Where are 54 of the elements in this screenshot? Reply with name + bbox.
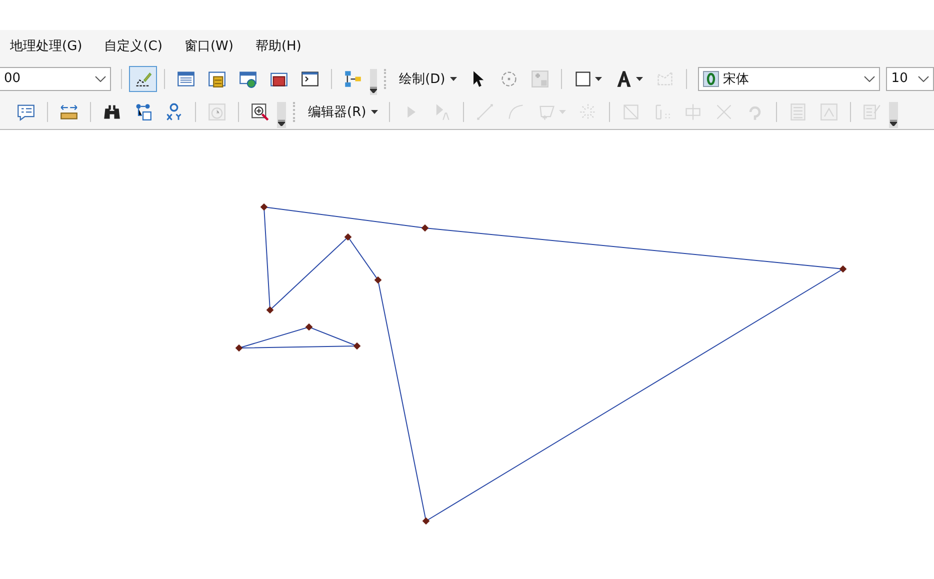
xy-target-icon: [165, 103, 183, 121]
pencil-vertices-button[interactable]: [128, 66, 157, 92]
caret-icon: [371, 110, 378, 114]
polygon-outline-icon: [656, 70, 674, 88]
font-type-icon: [702, 70, 719, 86]
arc-line-icon: [507, 103, 526, 121]
split-vertices-icon: [653, 103, 672, 121]
chevron-down-icon: [918, 76, 930, 82]
draw-menu[interactable]: 绘制(D): [395, 66, 462, 92]
prompt-window-icon: [300, 70, 319, 88]
scale-dropdown[interactable]: 00: [0, 66, 112, 90]
flow-nodes-icon: [344, 70, 362, 88]
caret-icon: [636, 76, 644, 80]
ruler-arrows-icon: [60, 103, 78, 121]
pencil-vertices-icon: [134, 70, 152, 88]
chevron-down-icon: [864, 76, 876, 82]
overflow-icon: [890, 120, 898, 126]
rotate-circle-icon: [500, 70, 518, 88]
caret-icon: [559, 110, 566, 114]
overflow-icon: [370, 86, 377, 92]
table-window-icon: [176, 70, 195, 88]
polygon-vertices-icon: [538, 103, 556, 121]
menu-item[interactable]: 窗口(W): [184, 37, 234, 55]
editor-menu[interactable]: 编辑器(R): [304, 99, 382, 125]
menu-item[interactable]: 帮助(H): [255, 37, 302, 55]
speech-window-icon: [17, 103, 35, 121]
overflow-icon: [278, 120, 285, 126]
magnifier-window-icon: [251, 103, 269, 121]
center-cross-icon: [684, 103, 702, 121]
overflow-button[interactable]: [889, 102, 898, 128]
clock-window-icon: [208, 103, 226, 121]
cabinet-icon: [208, 70, 226, 88]
square-diagonal-icon: [622, 103, 640, 121]
letter-a-icon: [615, 70, 634, 88]
globe-window-icon: [238, 70, 257, 88]
peak-window-icon: [820, 103, 838, 121]
form-pencil-icon: [863, 103, 882, 121]
binoculars-icon: [103, 103, 121, 121]
font-dropdown[interactable]: 宋体: [698, 66, 880, 90]
chevron-down-icon: [95, 76, 106, 82]
caret-icon: [595, 76, 602, 80]
burst-icon: [579, 103, 598, 121]
zoom-selected-icon: [531, 70, 550, 88]
rectangle-icon: [574, 70, 592, 88]
route-list-icon: [134, 103, 152, 121]
overflow-button[interactable]: [277, 102, 286, 128]
table-grid-icon: [789, 103, 808, 121]
x-cross-icon: [715, 103, 734, 121]
font-size-dropdown[interactable]: 10: [886, 66, 934, 90]
menu-item[interactable]: 地理处理(G): [10, 37, 82, 55]
overflow-button[interactable]: [370, 68, 378, 94]
menu-item[interactable]: 自定义(C): [104, 37, 162, 55]
diagonal-line-icon: [476, 103, 494, 121]
caret-icon: [450, 76, 458, 80]
